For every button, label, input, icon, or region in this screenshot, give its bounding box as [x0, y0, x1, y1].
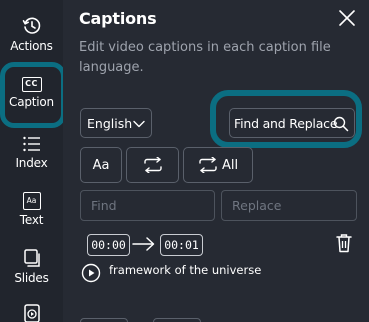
find-and-replace-button[interactable]: Find and Replace: [229, 108, 355, 138]
panel-description: Edit video captions in each caption file…: [79, 40, 331, 75]
sidebar-item-media[interactable]: [0, 304, 63, 322]
arrow-right-icon: [132, 237, 155, 251]
trash-icon[interactable]: [335, 233, 353, 253]
next-caption-end-time[interactable]: [153, 318, 201, 322]
sidebar-item-index[interactable]: Index: [0, 135, 63, 170]
list-icon: [22, 135, 42, 153]
replace-input[interactable]: Replace: [221, 190, 357, 221]
replace-placeholder: Replace: [232, 198, 282, 213]
page-title: Captions: [79, 9, 157, 28]
slides-icon: [22, 248, 42, 268]
caption-start-time[interactable]: 00:00: [87, 234, 130, 256]
play-icon[interactable]: [81, 263, 101, 283]
find-placeholder: Find: [91, 198, 117, 213]
sidebar-item-label: Slides: [14, 271, 49, 285]
sidebar-item-actions[interactable]: Actions: [0, 16, 63, 53]
replace-icon: [143, 157, 162, 173]
caption-text[interactable]: framework of the universe: [109, 263, 261, 277]
match-case-label: Aa: [92, 157, 110, 173]
captions-panel: Captions Edit video captions in each cap…: [63, 0, 369, 322]
language-select[interactable]: English: [80, 108, 152, 138]
find-and-replace-label: Find and Replace: [234, 115, 338, 131]
replace-all-label: All: [221, 157, 239, 173]
next-caption-start-time[interactable]: [80, 318, 128, 322]
sidebar-item-label: Caption: [9, 95, 54, 109]
sidebar-item-caption[interactable]: CC Caption: [0, 77, 63, 109]
sidebar-item-slides[interactable]: Slides: [0, 248, 63, 285]
search-icon: [333, 116, 349, 132]
sidebar-item-text[interactable]: Aa Text: [0, 192, 63, 227]
history-icon: [22, 16, 42, 36]
match-case-button[interactable]: Aa: [80, 147, 122, 183]
sidebar-item-label: Text: [19, 213, 44, 227]
replace-button[interactable]: [126, 147, 179, 183]
chevron-down-icon: [133, 120, 145, 128]
sidebar-item-label: Index: [15, 156, 48, 170]
close-icon: [339, 10, 355, 26]
replace-all-icon: [199, 157, 217, 173]
text-box-icon: Aa: [22, 192, 41, 210]
closed-captions-icon: CC: [21, 77, 42, 92]
replace-all-button[interactable]: All: [183, 147, 253, 183]
find-input[interactable]: Find: [80, 190, 215, 221]
sidebar-rail: Actions CC Caption Index Aa Text Slides: [0, 0, 66, 322]
caption-end-time[interactable]: 00:01: [160, 234, 203, 256]
video-play-icon: [22, 304, 42, 322]
sidebar-item-label: Actions: [10, 39, 53, 53]
close-button[interactable]: [337, 8, 357, 28]
language-selected-value: English: [87, 115, 133, 131]
